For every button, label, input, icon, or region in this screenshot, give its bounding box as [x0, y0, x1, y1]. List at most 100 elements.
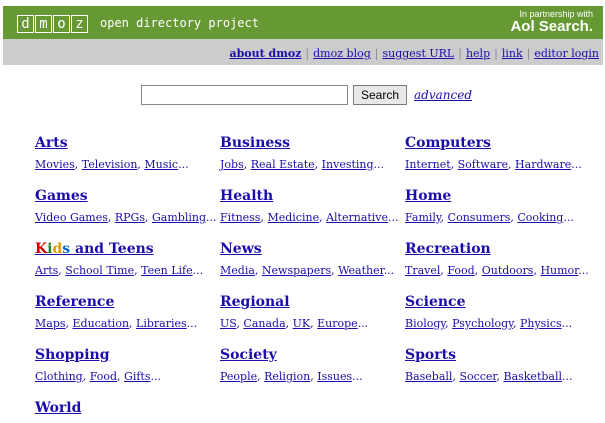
category-title[interactable]: Recreation: [405, 241, 589, 261]
subcategory-link[interactable]: School Time: [65, 264, 134, 277]
logo-letter: o: [53, 15, 70, 33]
category-title[interactable]: Business: [220, 135, 384, 155]
logo-letter: d: [17, 15, 34, 33]
category-shopping: Shopping Clothing, Food, Gifts...: [35, 347, 161, 383]
category-home: Home Family, Consumers, Cooking...: [405, 188, 574, 224]
subcategory-link[interactable]: Education: [73, 317, 130, 330]
subcategory-link[interactable]: UK: [293, 317, 311, 330]
category-title[interactable]: Regional: [220, 294, 368, 314]
dmoz-logo[interactable]: d m o z: [17, 15, 89, 33]
subcategory-link[interactable]: Alternative: [326, 211, 388, 224]
category-title[interactable]: Shopping: [35, 347, 161, 367]
subcategory-link[interactable]: Jobs: [220, 158, 244, 171]
subcategory-link[interactable]: Clothing: [35, 370, 83, 383]
category-title[interactable]: Games: [35, 188, 216, 208]
subcategory-link[interactable]: Investing: [322, 158, 374, 171]
subcategory-link[interactable]: Weather: [338, 264, 384, 277]
nav-link[interactable]: link: [502, 47, 523, 60]
subcategory-link[interactable]: Religion: [264, 370, 310, 383]
search-button[interactable]: Search: [353, 85, 407, 105]
subcategory-link[interactable]: Real Estate: [251, 158, 315, 171]
subcategory-link[interactable]: Media: [220, 264, 255, 277]
category-title[interactable]: Kids and Teens: [35, 241, 203, 261]
subcategory-list: Biology, Psychology, Physics...: [405, 317, 573, 330]
subcategory-list: Movies, Television, Music...: [35, 158, 189, 171]
category-regional: Regional US, Canada, UK, Europe...: [220, 294, 368, 330]
subcategory-list: Travel, Food, Outdoors, Humor...: [405, 264, 589, 277]
subcategory-link[interactable]: Cooking: [517, 211, 563, 224]
subcategory-link[interactable]: Television: [82, 158, 138, 171]
subcategory-link[interactable]: Psychology: [452, 317, 513, 330]
category-title[interactable]: Arts: [35, 135, 189, 155]
category-science: Science Biology, Psychology, Physics...: [405, 294, 572, 330]
subcategory-link[interactable]: Biology: [405, 317, 445, 330]
subcategory-link[interactable]: People: [220, 370, 257, 383]
category-title[interactable]: News: [220, 241, 394, 261]
category-health: Health Fitness, Medicine, Alternative...: [220, 188, 399, 224]
subcategory-link[interactable]: Arts: [35, 264, 58, 277]
nav-dmoz-blog[interactable]: dmoz blog: [313, 47, 371, 60]
subcategory-link[interactable]: Music: [144, 158, 178, 171]
category-title[interactable]: Computers: [405, 135, 582, 155]
subcategory-link[interactable]: Libraries: [136, 317, 187, 330]
subcategory-link[interactable]: Consumers: [448, 211, 511, 224]
category-world: World: [35, 400, 81, 420]
subcategory-link[interactable]: Europe: [317, 317, 358, 330]
category-reference: Reference Maps, Education, Libraries...: [35, 294, 197, 330]
nav-suggest-url[interactable]: suggest URL: [382, 47, 454, 60]
category-business: Business Jobs, Real Estate, Investing...: [220, 135, 384, 171]
search-input[interactable]: [141, 85, 348, 105]
subcategory-link[interactable]: Issues: [317, 370, 352, 383]
category-title[interactable]: Health: [220, 188, 399, 208]
subcategory-link[interactable]: Video Games: [35, 211, 108, 224]
category-kids-and-teens: Kids and Teens Arts, School Time, Teen Li…: [35, 241, 203, 277]
subcategory-list: US, Canada, UK, Europe...: [220, 317, 369, 330]
subcategory-link[interactable]: Soccer: [459, 370, 496, 383]
category-society: Society People, Religion, Issues...: [220, 347, 363, 383]
logo-letter: m: [35, 15, 52, 33]
subcategory-link[interactable]: Basketball: [503, 370, 562, 383]
category-title[interactable]: Society: [220, 347, 363, 367]
subcategory-link[interactable]: Software: [458, 158, 508, 171]
subcategory-link[interactable]: Newspapers: [262, 264, 331, 277]
subcategory-link[interactable]: Physics: [520, 317, 562, 330]
category-title[interactable]: World: [35, 400, 81, 420]
subcategory-link[interactable]: Maps: [35, 317, 66, 330]
subcategory-link[interactable]: Food: [90, 370, 117, 383]
subcategory-link[interactable]: Baseball: [405, 370, 452, 383]
subcategory-link[interactable]: Gambling: [152, 211, 206, 224]
subcategory-link[interactable]: Family: [405, 211, 441, 224]
category-title[interactable]: Science: [405, 294, 572, 314]
nav-about-dmoz[interactable]: about dmoz: [229, 47, 301, 60]
advanced-search-link[interactable]: advanced: [414, 88, 472, 102]
subcategory-link[interactable]: US: [220, 317, 236, 330]
subcategory-link[interactable]: Hardware: [515, 158, 571, 171]
subcategory-link[interactable]: Internet: [405, 158, 451, 171]
subcategory-list: Baseball, Soccer, Basketball...: [405, 370, 573, 383]
category-title[interactable]: Reference: [35, 294, 197, 314]
subcategory-link[interactable]: Gifts: [124, 370, 150, 383]
subcategory-link[interactable]: Canada: [243, 317, 285, 330]
aol-search-logo[interactable]: Aol Search.: [510, 18, 593, 35]
nav-help[interactable]: help: [466, 47, 490, 60]
subcategory-link[interactable]: Travel: [405, 264, 440, 277]
category-title[interactable]: Home: [405, 188, 574, 208]
subcategory-link[interactable]: Food: [447, 264, 474, 277]
subcategory-link[interactable]: Outdoors: [482, 264, 534, 277]
logo-letter: z: [71, 15, 88, 33]
category-arts: Arts Movies, Television, Music...: [35, 135, 189, 171]
subcategory-link[interactable]: Movies: [35, 158, 75, 171]
nav-editor-login[interactable]: editor login: [534, 47, 599, 60]
subcategory-list: Maps, Education, Libraries...: [35, 317, 198, 330]
subcategory-link[interactable]: Humor: [540, 264, 578, 277]
subcategory-link[interactable]: Teen Life: [141, 264, 193, 277]
category-title[interactable]: Sports: [405, 347, 573, 367]
category-sports: Sports Baseball, Soccer, Basketball...: [405, 347, 573, 383]
subcategory-list: Video Games, RPGs, Gambling...: [35, 211, 217, 224]
subcategory-list: People, Religion, Issues...: [220, 370, 363, 383]
category-computers: Computers Internet, Software, Hardware...: [405, 135, 582, 171]
subcategory-link[interactable]: Fitness: [220, 211, 260, 224]
search-bar: Search advanced: [141, 84, 472, 105]
subcategory-link[interactable]: RPGs: [115, 211, 145, 224]
subcategory-link[interactable]: Medicine: [267, 211, 319, 224]
